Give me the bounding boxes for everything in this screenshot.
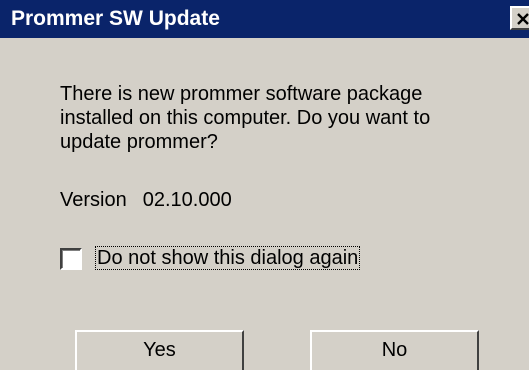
version-value: 02.10.000	[142, 189, 232, 211]
title-bar[interactable]: Prommer SW Update	[0, 0, 529, 38]
close-button[interactable]	[510, 6, 529, 30]
window-title: Prommer SW Update	[11, 7, 220, 30]
no-button[interactable]: No	[310, 330, 479, 370]
message-line: installed on this computer. Do you want …	[60, 107, 431, 129]
close-icon	[517, 13, 529, 25]
update-dialog: Prommer SW Update There is new prommer s…	[0, 0, 529, 370]
dont-show-again-label[interactable]: Do not show this dialog again	[95, 246, 361, 270]
message-line: update prommer?	[60, 131, 218, 153]
version-label: Version	[60, 189, 127, 211]
message-text: There is new prommer software package in…	[60, 82, 500, 154]
message-line: There is new prommer software package	[60, 83, 423, 105]
version-row: Version 02.10.000	[60, 188, 232, 212]
dont-show-again-checkbox[interactable]	[60, 248, 82, 270]
yes-button[interactable]: Yes	[75, 330, 244, 370]
